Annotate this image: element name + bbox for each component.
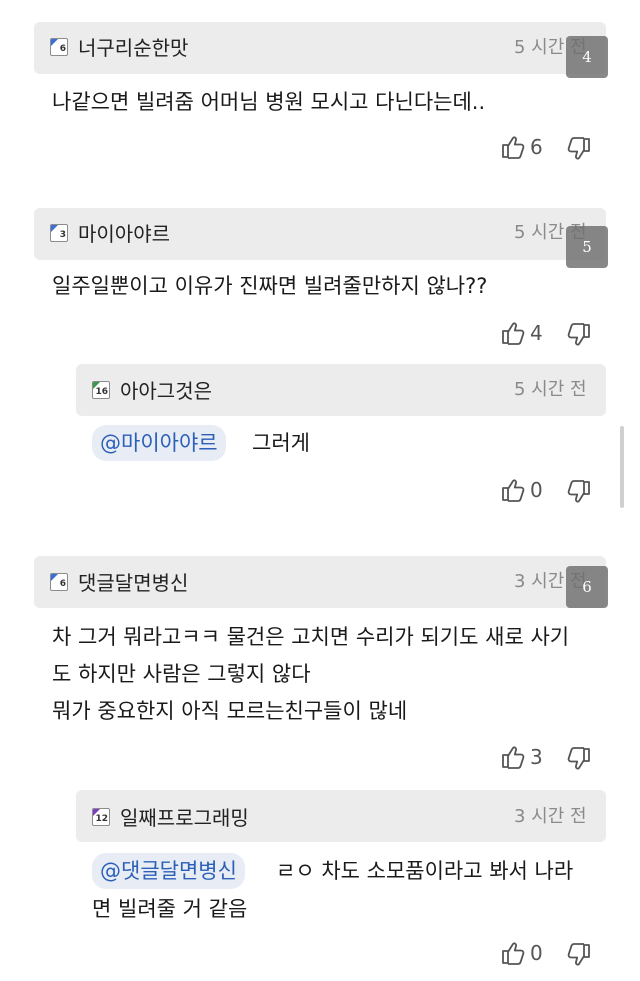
like-count: 3 — [530, 745, 543, 769]
comment-text: 나같으면 빌려줌 어머님 병원 모시고 다닌다는데.. — [52, 90, 486, 114]
thumbs-up-icon[interactable] — [500, 134, 526, 160]
comment-author[interactable]: 마이아야르 — [78, 222, 170, 246]
reply-time: 5 시간 전 — [514, 379, 587, 400]
scrollbar[interactable] — [620, 426, 624, 508]
like-count: 4 — [530, 321, 543, 345]
thumbs-down-icon[interactable] — [566, 942, 592, 968]
level-badge-icon: 16 — [92, 381, 110, 399]
reply-author[interactable]: 아아그것은 — [120, 379, 212, 403]
page-indicator: 4 — [566, 36, 608, 78]
level-badge-icon: 6 — [50, 38, 68, 56]
mention-tag[interactable]: @댓글달면병신 — [92, 853, 245, 889]
page-indicator: 5 — [566, 226, 608, 268]
level-badge-icon: 12 — [92, 808, 110, 826]
thumbs-up-icon[interactable] — [500, 744, 526, 770]
thumbs-down-icon[interactable] — [566, 136, 592, 162]
comment-author[interactable]: 댓글달면병신 — [78, 571, 188, 595]
page-indicator: 6 — [566, 566, 608, 608]
comment-text: 일주일뿐이고 이유가 진짜면 빌려줄만하지 않나?? — [52, 274, 488, 298]
like-count: 0 — [530, 478, 543, 502]
reply-time: 3 시간 전 — [514, 806, 587, 827]
reply-author[interactable]: 일째프로그래밍 — [120, 806, 249, 830]
thumbs-down-icon[interactable] — [566, 746, 592, 772]
thumbs-up-icon[interactable] — [500, 477, 526, 503]
reply-text: ㄹㅇ 차도 소모품이라고 봐서 나라 — [276, 859, 574, 883]
like-count: 0 — [530, 941, 543, 965]
comment-text: 도 하지만 사람은 그렇지 않다 — [52, 662, 311, 686]
thumbs-down-icon[interactable] — [566, 479, 592, 505]
level-badge-icon: 3 — [50, 224, 68, 242]
level-badge-icon: 6 — [50, 573, 68, 591]
reply-text: 면 빌려줄 거 같음 — [92, 897, 248, 921]
mention-tag[interactable]: @마이아야르 — [92, 425, 226, 461]
comment-text: 뭐가 중요한지 아직 모르는친구들이 많네 — [52, 699, 408, 723]
comment-text: 차 그거 뭐라고ㅋㅋ 물건은 고치면 수리가 되기도 새로 사기 — [52, 625, 570, 649]
thumbs-down-icon[interactable] — [566, 322, 592, 348]
like-count: 6 — [530, 135, 543, 159]
thumbs-up-icon[interactable] — [500, 940, 526, 966]
comment-author[interactable]: 너구리순한맛 — [78, 36, 188, 60]
thumbs-up-icon[interactable] — [500, 320, 526, 346]
reply-text: 그러게 — [252, 431, 310, 455]
